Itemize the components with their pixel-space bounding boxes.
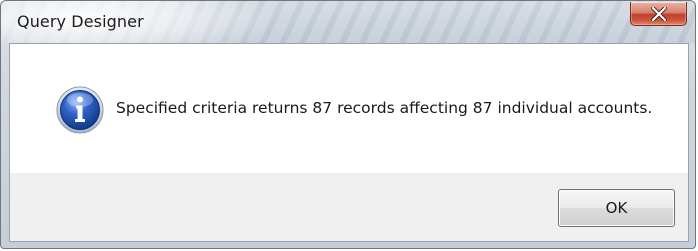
ok-button[interactable]: OK <box>558 189 675 227</box>
title-bar[interactable]: Query Designer <box>1 1 695 43</box>
information-icon <box>56 86 104 134</box>
dialog-window: Query Designer Specified criteria return… <box>0 0 696 249</box>
close-x-icon <box>651 7 667 21</box>
dialog-client-area: Specified criteria returns 87 records af… <box>9 43 689 242</box>
message-panel: Specified criteria returns 87 records af… <box>10 44 688 173</box>
dialog-message: Specified criteria returns 87 records af… <box>116 99 653 117</box>
window-title: Query Designer <box>17 12 144 31</box>
close-button[interactable] <box>630 2 687 26</box>
